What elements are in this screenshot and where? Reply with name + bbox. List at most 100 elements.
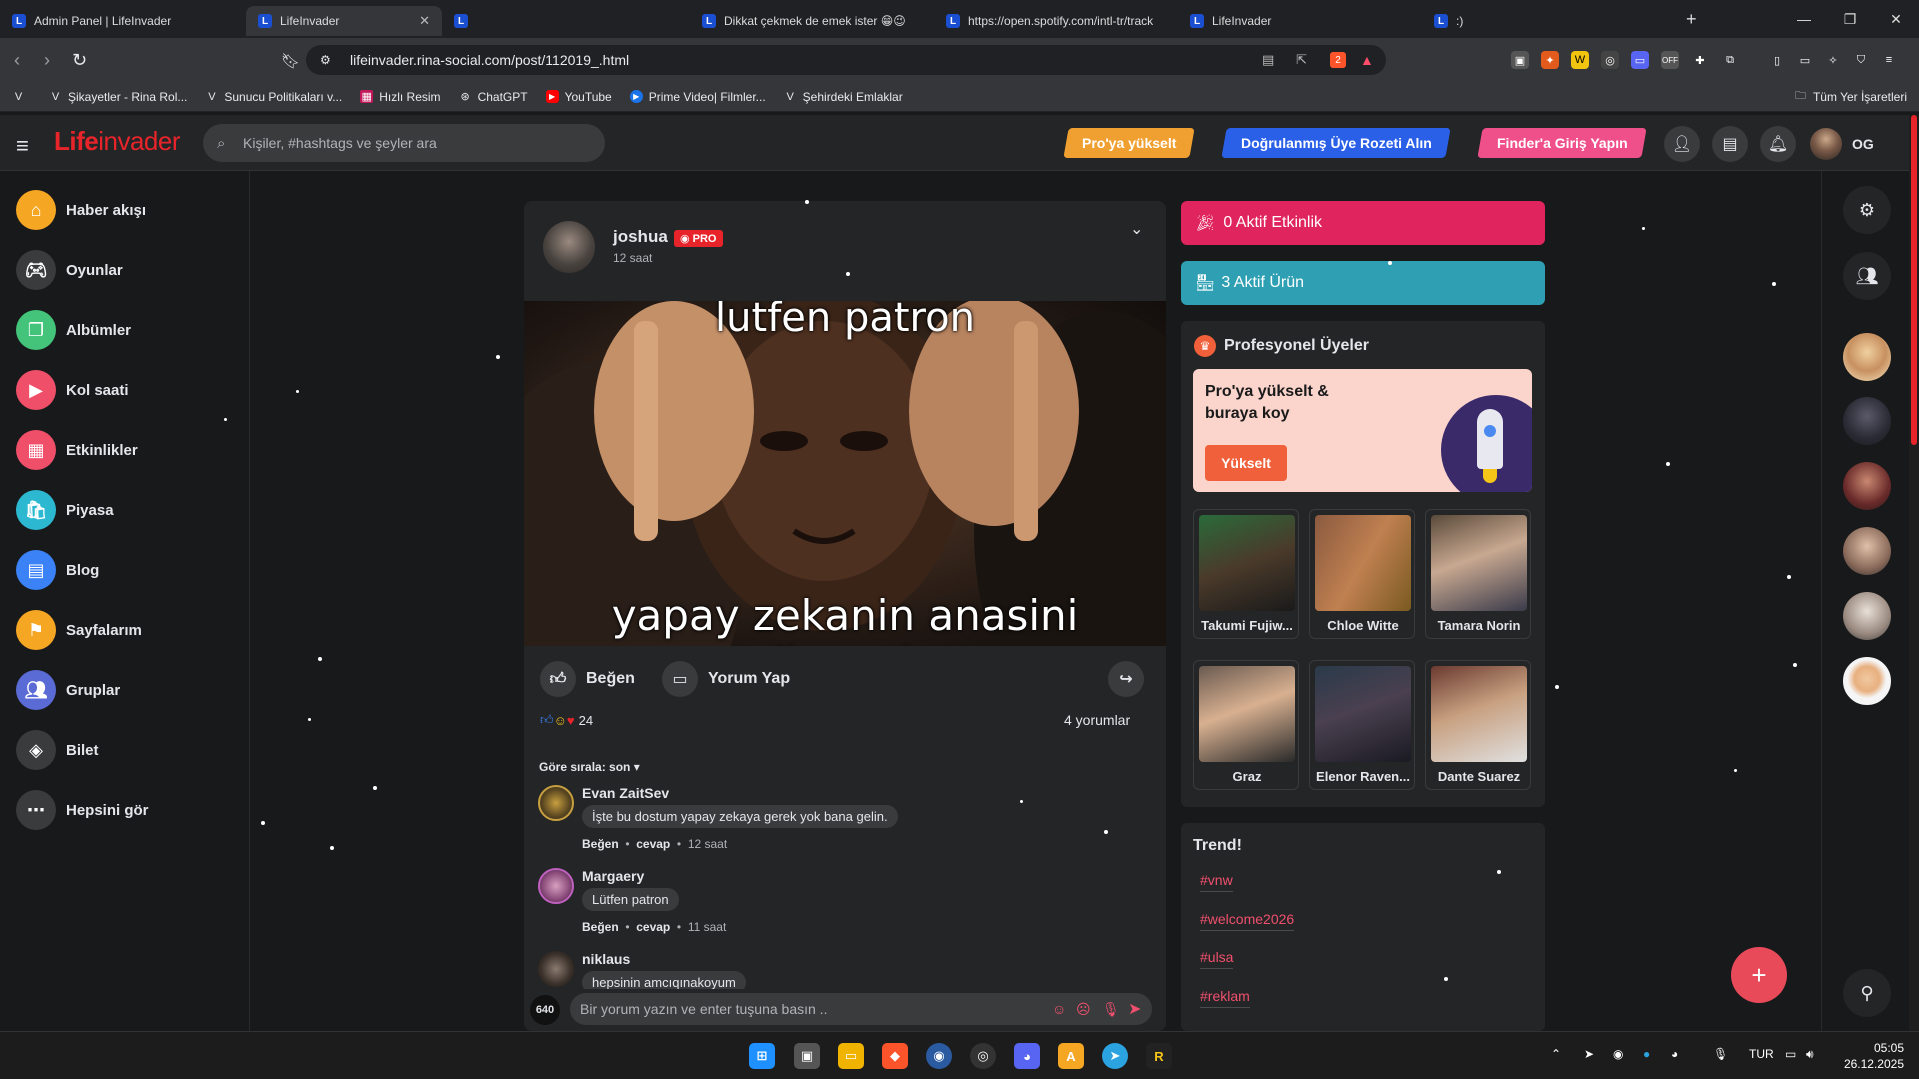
trend-tag[interactable]: #welcome2026 (1200, 911, 1295, 931)
hamburger-menu-icon[interactable]: ≡ (16, 133, 29, 159)
contact-avatar[interactable] (1843, 657, 1891, 705)
chat-settings-icon[interactable]: ⚙ (1843, 186, 1891, 234)
bookmark-item[interactable]: V (12, 90, 31, 103)
sidebar-item-see-all[interactable]: ⋯ Hepsini gör (16, 790, 149, 830)
upgrade-button[interactable]: Yükselt (1205, 445, 1287, 481)
menu-icon[interactable]: ≡ (1880, 51, 1898, 69)
extension-fox-icon[interactable]: ✦ (1541, 51, 1559, 69)
contact-avatar[interactable] (1843, 527, 1891, 575)
search-input[interactable]: ⌕ Kişiler, #hashtags ve şeyler ara (203, 124, 605, 162)
pro-member-card[interactable]: Takumi Fujiw... (1193, 509, 1299, 639)
tab-dikkat[interactable]: L Dikkat çekmek de emek ister 😁😉 (690, 6, 934, 36)
reactions-summary[interactable]: 👍︎ ☺ ♥ 24 (540, 712, 593, 728)
extension-printer-icon[interactable]: ▣ (1511, 51, 1529, 69)
bookmark-item[interactable]: V Şehirdeki Emlaklar (784, 90, 903, 104)
extensions-puzzle-icon[interactable]: ✚ (1691, 51, 1709, 69)
bookmark-icon[interactable]: 🔖︎ (281, 52, 300, 70)
start-menu-icon[interactable]: ⊞ (749, 1043, 775, 1069)
commenter-avatar[interactable] (538, 785, 574, 821)
trend-tag[interactable]: #ulsa (1200, 949, 1234, 969)
url-bar[interactable]: ⚙ lifeinvader.rina-social.com/post/11201… (306, 45, 1386, 75)
tab-lifeinvader-active[interactable]: L LifeInvader ✕ (246, 6, 442, 36)
bookmark-item[interactable]: ▶ Prime Video| Filmler... (629, 90, 766, 104)
add-group-icon[interactable]: 👥︎ (1843, 252, 1891, 300)
contact-avatar[interactable] (1843, 462, 1891, 510)
forward-icon[interactable]: › (44, 50, 50, 71)
sticker-icon[interactable]: ☹ (1076, 1001, 1091, 1018)
tray-app-icon[interactable]: ● (1643, 1047, 1650, 1061)
site-info-icon[interactable]: ⚙ (320, 53, 331, 67)
tray-language[interactable]: TUR (1749, 1047, 1774, 1061)
extension-controller-icon[interactable]: ◎ (1601, 51, 1619, 69)
tab-untitled[interactable]: L (442, 6, 690, 36)
comment-like-link[interactable]: Beğen (582, 920, 619, 934)
contact-avatar[interactable] (1843, 333, 1891, 381)
contact-avatar[interactable] (1843, 397, 1891, 445)
app-r-icon[interactable]: R (1146, 1043, 1172, 1069)
tab-admin-panel[interactable]: L Admin Panel | LifeInvader (0, 6, 246, 36)
discord-icon[interactable]: ◕ (1014, 1043, 1040, 1069)
sidebar-item-groups[interactable]: 👥︎ Gruplar (16, 670, 120, 710)
file-explorer-icon[interactable]: ▭ (838, 1043, 864, 1069)
post-image[interactable]: lutfen patron yapay zekanin anasini sikm… (524, 301, 1166, 646)
task-view-icon[interactable]: ▣ (794, 1043, 820, 1069)
sort-dropdown[interactable]: Göre sırala: son ▾ (539, 760, 640, 774)
tray-steam-icon[interactable]: ◉ (1613, 1047, 1623, 1061)
comment-count[interactable]: 4 yorumlar (1064, 712, 1130, 728)
tray-display-icon[interactable]: ▭ (1785, 1047, 1796, 1061)
microphone-icon[interactable]: 🎙︎ (1102, 1001, 1120, 1018)
app-a-icon[interactable]: A (1058, 1043, 1084, 1069)
extension-off-icon[interactable]: OFF (1661, 51, 1679, 69)
user-initials[interactable]: OG (1852, 136, 1874, 152)
bookmark-item[interactable]: ▶ YouTube (545, 90, 612, 104)
restore-icon[interactable]: ❐ (1827, 0, 1873, 38)
sidebar-item-blog[interactable]: ▤ Blog (16, 550, 99, 590)
scrollbar-thumb[interactable] (1911, 115, 1917, 445)
post-author-avatar[interactable] (543, 221, 595, 273)
new-tab-icon[interactable]: + (1686, 9, 1697, 30)
tray-clock[interactable]: 05:05 26.12.2025 (1830, 1040, 1904, 1072)
pro-member-card[interactable]: Graz (1193, 660, 1299, 790)
pro-member-card[interactable]: Tamara Norin (1425, 509, 1531, 639)
finder-login-button[interactable]: Finder'a Giriş Yapın (1477, 128, 1647, 158)
comment-reply-link[interactable]: cevap (636, 920, 670, 934)
share-button[interactable]: ↪ (1108, 661, 1144, 697)
tab-spotify[interactable]: L https://open.spotify.com/intl-tr/track (934, 6, 1178, 36)
bookmark-item[interactable]: ▦ Hızlı Resim (360, 90, 441, 104)
bookmark-item[interactable]: ⊛ ChatGPT (459, 90, 527, 104)
contact-avatar[interactable] (1843, 592, 1891, 640)
sidebar-item-games[interactable]: 🎮︎ Oyunlar (16, 250, 123, 290)
commenter-avatar[interactable] (538, 951, 574, 987)
pro-member-card[interactable]: Chloe Witte (1309, 509, 1415, 639)
vpn-icon[interactable]: ⛉ (1852, 51, 1870, 69)
active-events-banner[interactable]: 🎉︎ 0 Aktif Etkinlik (1181, 201, 1545, 245)
comment-reply-link[interactable]: cevap (636, 837, 670, 851)
verified-badge-button[interactable]: Doğrulanmış Üye Rozeti Alın (1221, 128, 1451, 158)
send-icon[interactable]: ➤ (1128, 999, 1141, 1019)
create-post-fab[interactable]: + (1731, 947, 1787, 1003)
extension-capture-icon[interactable]: ⧉ (1721, 51, 1739, 69)
tab-lifeinvader-2[interactable]: L LifeInvader (1178, 6, 1422, 36)
sidebar-item-ticket[interactable]: ◈ Bilet (16, 730, 99, 770)
sidebar-item-pages[interactable]: ⚑ Sayfalarım (16, 610, 142, 650)
trend-tag[interactable]: #vnw (1200, 872, 1233, 892)
notifications-icon[interactable]: 🔔︎ (1760, 126, 1796, 162)
emoji-icon[interactable]: ☺ (1052, 1001, 1066, 1017)
comment-input[interactable]: Bir yorum yazın ve enter tuşuna basın ..… (570, 993, 1152, 1025)
pro-member-card[interactable]: Elenor Raven... (1309, 660, 1415, 790)
sidebar-item-albums[interactable]: ❐ Albümler (16, 310, 131, 350)
telegram-icon[interactable]: ➤ (1102, 1043, 1128, 1069)
friend-requests-icon[interactable]: 👤︎ (1664, 126, 1700, 162)
extension-w-icon[interactable]: W (1571, 51, 1589, 69)
reload-icon[interactable]: ↻ (72, 50, 87, 71)
sidebar-item-market[interactable]: 🛍︎ Piyasa (16, 490, 114, 530)
all-bookmarks-button[interactable]: 🗀 Tüm Yer İşaretleri (1794, 90, 1907, 104)
post-options-chevron-icon[interactable]: ⌄ (1130, 219, 1143, 239)
reader-mode-icon[interactable]: ▤ (1262, 52, 1274, 68)
close-tab-icon[interactable]: ✕ (411, 13, 430, 29)
brave-browser-icon[interactable]: ◆ (882, 1043, 908, 1069)
active-products-banner[interactable]: 🏪︎ 3 Aktif Ürün (1181, 261, 1545, 305)
tray-volume-icon[interactable]: 🔊︎ (1806, 1047, 1814, 1062)
like-button[interactable]: 👍︎ Beğen (540, 661, 635, 697)
lifeinvader-logo[interactable]: Lifeinvader (54, 126, 181, 157)
